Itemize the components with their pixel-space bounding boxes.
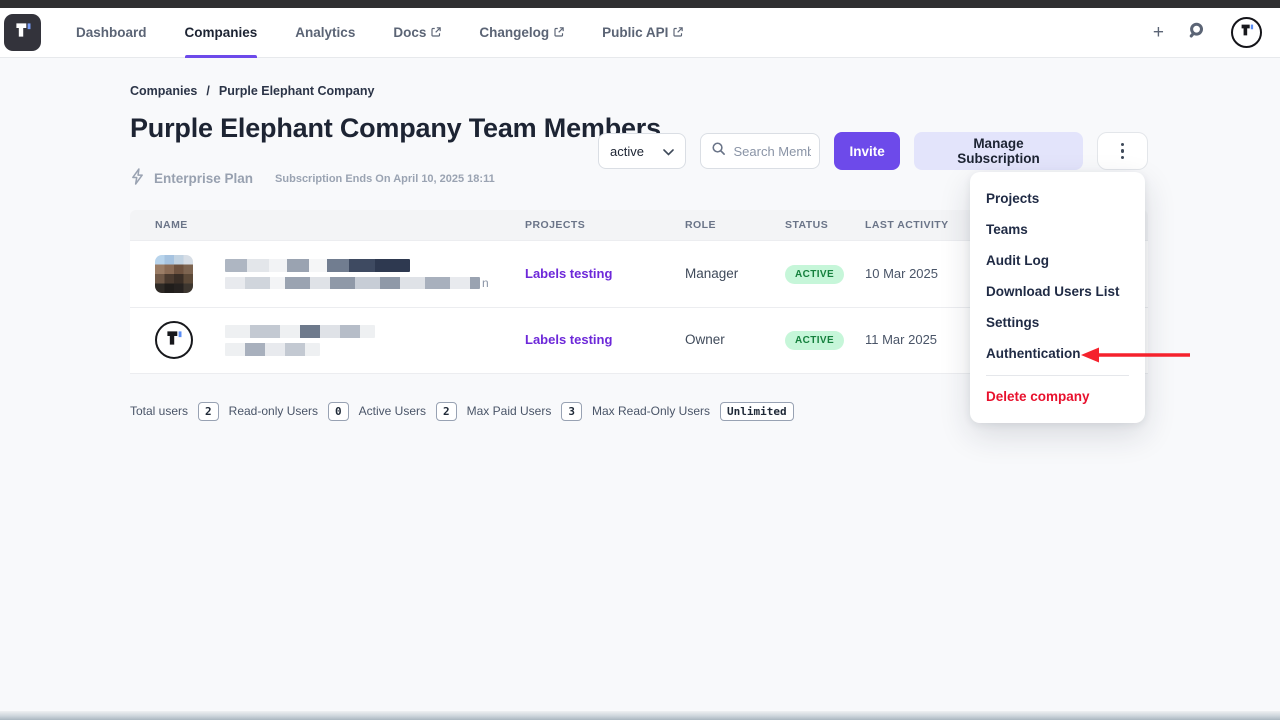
- kebab-dot: [1121, 156, 1125, 160]
- avatar: [155, 321, 193, 359]
- role-cell: Owner: [685, 331, 785, 349]
- col-header-name: NAME: [130, 219, 525, 231]
- more-options-button[interactable]: [1097, 132, 1148, 170]
- stat-value: 3: [561, 402, 582, 421]
- redacted-name-line: [225, 259, 410, 272]
- page-title: Purple Elephant Company Team Members: [130, 114, 670, 144]
- status-badge: ACTIVE: [785, 265, 844, 284]
- nav-items: Dashboard Companies Analytics Docs Chang…: [57, 8, 702, 58]
- plan-name: Enterprise Plan: [154, 171, 253, 186]
- member-name-cell: [130, 321, 525, 359]
- projects-cell: Labels testing: [525, 331, 685, 349]
- projects-cell: Labels testing: [525, 265, 685, 283]
- stat-label: Max Paid Users: [467, 404, 552, 418]
- stat-value: 2: [436, 402, 457, 421]
- redacted-name-line: [225, 325, 375, 338]
- breadcrumb-current: Purple Elephant Company: [219, 84, 375, 98]
- last-activity-text: 10 Mar 2025: [865, 266, 938, 281]
- breadcrumb-separator: /: [206, 84, 209, 98]
- nav-item-analytics[interactable]: Analytics: [276, 8, 374, 58]
- stat-label: Active Users: [359, 404, 426, 418]
- role-cell: Manager: [685, 265, 785, 283]
- external-link-icon: [431, 25, 441, 40]
- status-badge: ACTIVE: [785, 331, 844, 350]
- subscription-end-note: Subscription Ends On April 10, 2025 18:1…: [275, 173, 495, 185]
- invite-button[interactable]: Invite: [834, 132, 899, 170]
- status-cell: ACTIVE: [785, 330, 865, 350]
- lightning-bolt-icon: [130, 168, 145, 190]
- status-cell: ACTIVE: [785, 264, 865, 284]
- search-members-box: [700, 133, 820, 169]
- search-members-input[interactable]: [733, 144, 811, 159]
- menu-item-settings[interactable]: Settings: [970, 307, 1145, 338]
- toolbar: active Invite Manage Subscription: [598, 132, 1148, 170]
- project-link[interactable]: Labels testing: [525, 332, 612, 347]
- nav-right-actions: +: [1153, 17, 1262, 48]
- redacted-member-name: [225, 325, 375, 356]
- kebab-dot: [1121, 143, 1125, 147]
- nav-label: Docs: [393, 25, 426, 40]
- external-link-icon: [673, 25, 683, 40]
- top-nav: Dashboard Companies Analytics Docs Chang…: [0, 8, 1280, 58]
- nav-item-dashboard[interactable]: Dashboard: [57, 8, 166, 58]
- stat-value: 0: [328, 402, 349, 421]
- menu-item-delete-company[interactable]: Delete company: [970, 381, 1145, 412]
- redacted-email-line: [225, 343, 320, 356]
- nav-item-companies[interactable]: Companies: [166, 8, 277, 58]
- col-header-status: STATUS: [785, 219, 865, 231]
- project-link[interactable]: Labels testing: [525, 266, 612, 281]
- t-logo-icon: [163, 327, 185, 354]
- role-text: Owner: [685, 332, 725, 347]
- last-activity-text: 11 Mar 2025: [865, 332, 937, 347]
- nav-item-public-api[interactable]: Public API: [583, 8, 702, 58]
- menu-item-authentication[interactable]: Authentication: [970, 338, 1145, 369]
- breadcrumb-companies[interactable]: Companies: [130, 84, 197, 98]
- user-avatar[interactable]: [1231, 17, 1262, 48]
- nav-label: Companies: [185, 25, 258, 40]
- stat-label: Total users: [130, 404, 188, 418]
- status-filter-value: active: [610, 144, 644, 159]
- window-bottom-strip: [0, 711, 1280, 720]
- redacted-name-suffix: n: [482, 277, 489, 289]
- plus-icon[interactable]: +: [1153, 23, 1164, 42]
- redacted-email-line: [225, 277, 480, 289]
- status-filter-select[interactable]: active: [598, 133, 686, 169]
- col-header-projects: PROJECTS: [525, 219, 685, 231]
- member-name-cell: n: [130, 255, 525, 293]
- nav-label: Analytics: [295, 25, 355, 40]
- menu-divider: [986, 375, 1129, 376]
- nav-label: Public API: [602, 25, 668, 40]
- stat-value: 2: [198, 402, 219, 421]
- search-icon[interactable]: [1188, 21, 1207, 45]
- t-logo-icon: [12, 19, 34, 46]
- stat-value: Unlimited: [720, 402, 794, 421]
- external-link-icon: [554, 25, 564, 40]
- menu-item-teams[interactable]: Teams: [970, 214, 1145, 245]
- kebab-dot: [1121, 149, 1125, 153]
- col-header-role: ROLE: [685, 219, 785, 231]
- nav-label: Changelog: [479, 25, 549, 40]
- menu-item-projects[interactable]: Projects: [970, 183, 1145, 214]
- nav-item-changelog[interactable]: Changelog: [460, 8, 583, 58]
- brand-logo[interactable]: [4, 14, 41, 51]
- stat-label: Max Read-Only Users: [592, 404, 710, 418]
- nav-label: Dashboard: [76, 25, 147, 40]
- stat-label: Read-only Users: [229, 404, 318, 418]
- nav-item-docs[interactable]: Docs: [374, 8, 460, 58]
- manage-subscription-button[interactable]: Manage Subscription: [914, 132, 1083, 170]
- redacted-member-name: n: [225, 259, 489, 289]
- company-options-menu: Projects Teams Audit Log Download Users …: [970, 172, 1145, 423]
- avatar: [155, 255, 193, 293]
- breadcrumb: Companies / Purple Elephant Company: [130, 84, 1148, 98]
- magnifier-icon: [711, 141, 726, 161]
- t-logo-icon: [1238, 21, 1256, 44]
- menu-item-audit-log[interactable]: Audit Log: [970, 245, 1145, 276]
- app-window: Dashboard Companies Analytics Docs Chang…: [0, 0, 1280, 720]
- chevron-down-icon: [663, 144, 674, 159]
- role-text: Manager: [685, 266, 738, 281]
- menu-item-download-users-list[interactable]: Download Users List: [970, 276, 1145, 307]
